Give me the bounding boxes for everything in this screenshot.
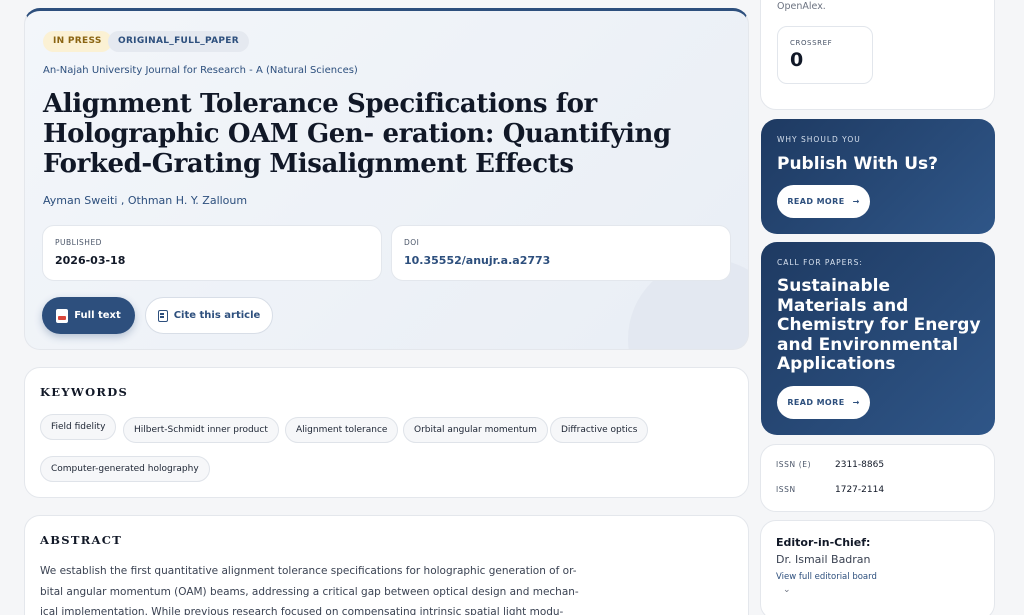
doi-box: DOI 10.35552/anujr.a.a2773	[391, 225, 731, 281]
keyword-chip[interactable]: Alignment tolerance	[285, 417, 399, 443]
promo-kicker: WHY SHOULD YOU	[777, 135, 861, 144]
editorial-board-link[interactable]: View full editorial board	[776, 572, 877, 582]
arrow-right-icon: →	[852, 197, 860, 206]
read-more-button[interactable]: READ MORE →	[777, 386, 870, 419]
issn-e-label: ISSN (E)	[776, 460, 812, 469]
article-header-card: IN PRESS ORIGINAL_FULL_PAPER An-Najah Un…	[24, 8, 749, 350]
promo-kicker: CALL FOR PAPERS:	[777, 258, 863, 267]
crossref-label: CROSSREF	[790, 39, 833, 47]
issn-e-value: 2311-8865	[835, 460, 885, 470]
abstract-heading: ABSTRACT	[40, 533, 123, 547]
metrics-card: OpenAlex. CROSSREF 0	[760, 0, 995, 110]
status-badge: IN PRESS	[43, 31, 112, 52]
published-box: PUBLISHED 2026-03-18	[42, 225, 382, 281]
doi-label: DOI	[404, 238, 420, 247]
abstract-card: ABSTRACT We establish the first quantita…	[24, 515, 749, 615]
editor-name: Dr. Ismail Badran	[776, 553, 871, 566]
keyword-chip[interactable]: Orbital angular momentum	[403, 417, 548, 443]
keyword-chip[interactable]: Computer-generated holography	[40, 456, 210, 482]
promo-title: Publish With Us?	[777, 154, 939, 174]
cite-article-button[interactable]: Cite this article	[145, 297, 273, 334]
crossref-citations-box: CROSSREF 0	[777, 26, 873, 84]
call-for-papers-promo: CALL FOR PAPERS: Sustainable Materials a…	[761, 242, 995, 435]
issn-label: ISSN	[776, 485, 796, 494]
publish-with-us-promo: WHY SHOULD YOU Publish With Us? READ MOR…	[761, 119, 995, 234]
promo-title: Sustainable Materials and Chemistry for …	[777, 276, 981, 375]
arrow-right-icon: →	[852, 398, 860, 407]
published-date: 2026-03-18	[55, 254, 126, 267]
cite-label: Cite this article	[173, 310, 261, 321]
issn-e-row: ISSN (E) 2311-8865	[776, 460, 884, 470]
journal-link[interactable]: An-Najah University Journal for Research…	[43, 65, 358, 76]
article-title: Alignment Tolerance Specifications for H…	[43, 89, 671, 179]
editor-heading: Editor-in-Chief:	[776, 536, 871, 549]
keyword-chip[interactable]: Hilbert-Schmidt inner product	[123, 417, 279, 443]
article-type-badge: ORIGINAL_FULL_PAPER	[108, 31, 249, 52]
keyword-chip[interactable]: Diffractive optics	[550, 417, 649, 443]
read-more-button[interactable]: READ MORE →	[777, 185, 870, 218]
full-text-label: Full text	[74, 310, 121, 321]
crossref-count: 0	[790, 49, 804, 71]
full-text-button[interactable]: Full text	[42, 297, 135, 334]
issn-value: 1727-2114	[835, 485, 885, 495]
published-label: PUBLISHED	[55, 238, 102, 247]
issn-card: ISSN (E) 2311-8865 ISSN 1727-2114	[760, 444, 995, 512]
issn-row: ISSN 1727-2114	[776, 485, 884, 495]
keywords-card: KEYWORDS Field fidelity Hilbert-Schmidt …	[24, 367, 749, 498]
chevron-down-icon[interactable]: ⌄	[783, 585, 791, 595]
pdf-icon	[56, 308, 69, 323]
read-more-label: READ MORE	[787, 197, 845, 206]
document-icon	[157, 309, 168, 322]
doi-link[interactable]: 10.35552/anujr.a.a2773	[404, 254, 718, 267]
keyword-chip[interactable]: Field fidelity	[40, 414, 117, 440]
metrics-note: OpenAlex.	[777, 1, 826, 12]
abstract-text: We establish the first quantitative alig…	[40, 565, 579, 615]
keywords-heading: KEYWORDS	[40, 385, 129, 399]
editor-card: Editor-in-Chief: Dr. Ismail Badran View …	[760, 520, 995, 615]
authors-links[interactable]: Ayman Sweiti , Othman H. Y. Zalloum	[43, 194, 247, 207]
read-more-label: READ MORE	[787, 398, 845, 407]
